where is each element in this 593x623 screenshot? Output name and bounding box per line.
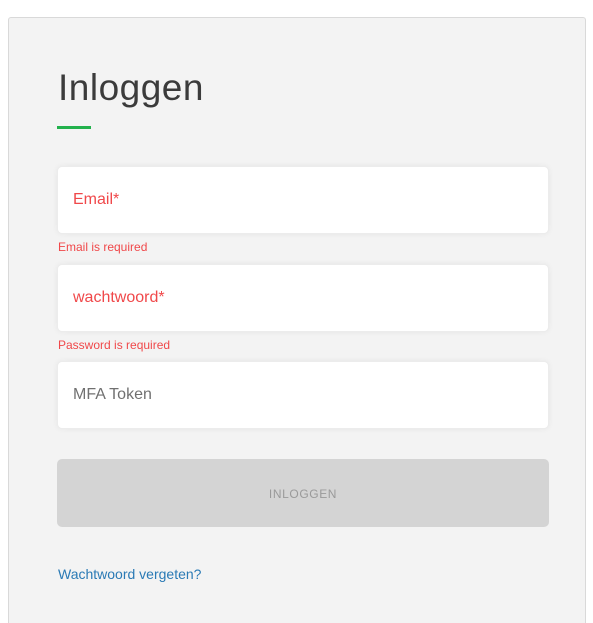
title-accent-underline [57, 126, 91, 129]
password-error-message: Password is required [58, 338, 171, 352]
mfa-token-field[interactable] [58, 362, 548, 428]
password-field[interactable] [58, 265, 548, 331]
email-field[interactable] [58, 167, 548, 233]
login-card: Inloggen Email is required Password is r… [8, 17, 586, 623]
login-button[interactable]: INLOGGEN [57, 459, 549, 527]
password-field-wrapper [57, 264, 549, 332]
mfa-field-wrapper [57, 361, 549, 429]
forgot-password-link[interactable]: Wachtwoord vergeten? [58, 566, 201, 583]
email-error-message: Email is required [58, 240, 148, 254]
email-field-wrapper [57, 166, 549, 234]
page-title: Inloggen [58, 67, 204, 108]
